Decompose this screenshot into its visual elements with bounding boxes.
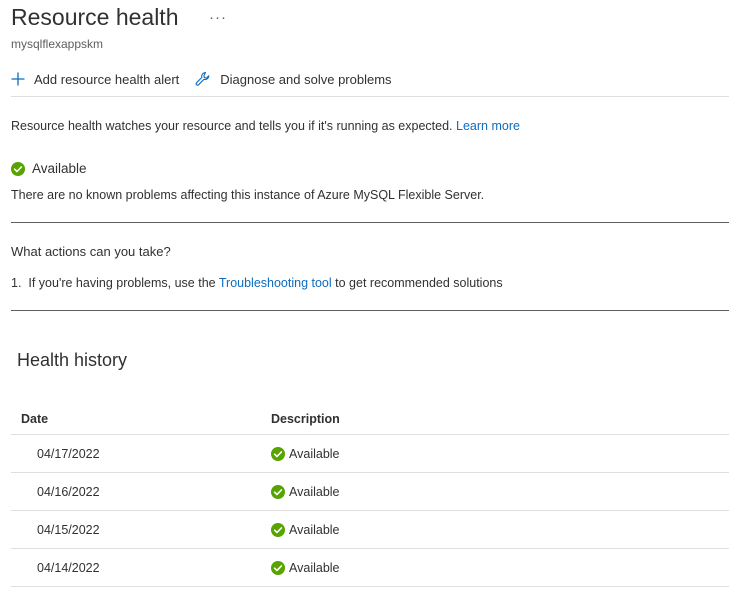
action-item: 1. If you're having problems, use the Tr… (11, 276, 503, 290)
description-cell: Available (271, 510, 729, 549)
table-row: 04/14/2022 Available (11, 548, 729, 587)
check-circle-icon (271, 484, 289, 499)
plus-icon (11, 72, 34, 86)
status-label: Available (32, 161, 87, 176)
section-divider (11, 310, 729, 311)
date-cell: 04/17/2022 (11, 434, 271, 473)
diagnose-and-solve-problems-label: Diagnose and solve problems (220, 71, 392, 87)
action-number: 1. (11, 276, 22, 290)
check-circle-icon (271, 522, 289, 537)
troubleshooting-tool-link[interactable]: Troubleshooting tool (219, 276, 332, 290)
date-cell: 04/15/2022 (11, 510, 271, 549)
health-history-table: Date Description 04/17/2022 Available 04… (11, 403, 729, 587)
description-label: Available (289, 446, 340, 461)
action-suffix: to get recommended solutions (335, 276, 503, 290)
date-cell: 04/16/2022 (11, 472, 271, 511)
wrench-icon (195, 71, 220, 87)
description-label: Available (289, 484, 340, 499)
table-row: 04/15/2022 Available (11, 510, 729, 549)
table-header-row: Date Description (11, 403, 729, 435)
description-cell: Available (271, 434, 729, 473)
add-resource-health-alert-button[interactable]: Add resource health alert (11, 72, 179, 87)
table-row: 04/17/2022 Available (11, 434, 729, 473)
intro-text: Resource health watches your resource an… (11, 119, 520, 133)
check-circle-icon (271, 446, 289, 461)
diagnose-and-solve-problems-button[interactable]: Diagnose and solve problems (195, 71, 392, 87)
date-cell: 04/14/2022 (11, 548, 271, 587)
description-cell: Available (271, 472, 729, 511)
health-history-title: Health history (17, 350, 128, 370)
resource-name: mysqlflexappskm (11, 37, 104, 51)
toolbar-divider (11, 96, 729, 97)
learn-more-link[interactable]: Learn more (456, 119, 520, 133)
section-divider (11, 222, 729, 223)
command-bar: Add resource health alert Diagnose and s… (11, 67, 392, 91)
intro-description: Resource health watches your resource an… (11, 119, 453, 133)
check-circle-icon (271, 560, 289, 575)
table-row: 04/16/2022 Available (11, 472, 729, 511)
status-description: There are no known problems affecting th… (11, 188, 485, 202)
add-resource-health-alert-label: Add resource health alert (34, 71, 180, 87)
check-circle-icon (11, 161, 32, 176)
more-options-button[interactable]: ··· (209, 9, 227, 26)
description-cell: Available (271, 548, 729, 587)
column-header-description: Description (271, 403, 729, 435)
description-label: Available (289, 522, 340, 537)
availability-status: Available (11, 161, 87, 176)
actions-heading: What actions can you take? (11, 244, 171, 259)
description-label: Available (289, 560, 340, 575)
column-header-date: Date (11, 403, 271, 435)
page-title: Resource health (11, 4, 179, 30)
action-prefix: If you're having problems, use the (28, 276, 216, 290)
